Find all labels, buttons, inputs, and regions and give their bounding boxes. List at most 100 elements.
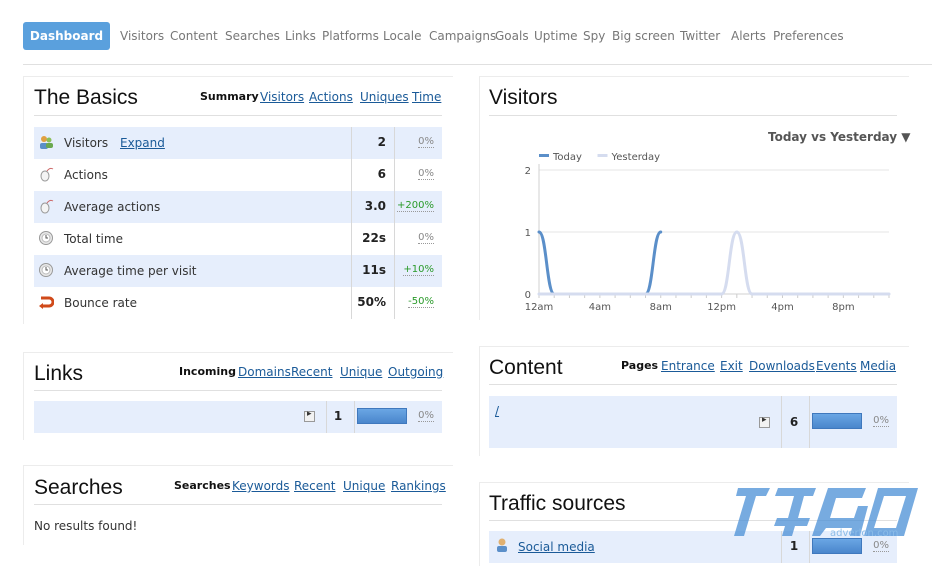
content-title-rule bbox=[489, 384, 897, 385]
bounce-icon bbox=[39, 296, 54, 309]
tab-incoming[interactable]: Incoming bbox=[179, 365, 236, 378]
watermark-text: adverlon.com bbox=[830, 528, 899, 539]
nav-locale[interactable]: Locale bbox=[383, 29, 421, 43]
mouse-icon bbox=[40, 167, 54, 182]
stat-row-average-time: Average time per visit 11s +10% bbox=[34, 255, 442, 287]
links-bar bbox=[357, 408, 407, 424]
links-title: Links bbox=[34, 362, 84, 385]
content-change: 0% bbox=[873, 415, 889, 427]
nav-searches[interactable]: Searches bbox=[225, 29, 280, 43]
tab-visitors[interactable]: Visitors bbox=[260, 90, 304, 104]
visitors-icon bbox=[40, 136, 53, 149]
legend-label: Today bbox=[552, 152, 582, 163]
stat-change: 0% bbox=[418, 136, 434, 148]
links-title-rule bbox=[34, 390, 442, 391]
nav-alerts[interactable]: Alerts bbox=[731, 29, 766, 43]
stat-value: 2 bbox=[377, 135, 386, 149]
x-tick-label: 4pm bbox=[771, 302, 793, 313]
content-bar bbox=[812, 413, 862, 429]
nav-big-screen[interactable]: Big screen bbox=[612, 29, 675, 43]
tab-searches[interactable]: Searches bbox=[174, 479, 231, 492]
series-line-yesterday bbox=[537, 230, 891, 296]
nav-uptime[interactable]: Uptime bbox=[534, 29, 578, 43]
visitors-top-border bbox=[479, 76, 909, 77]
expand-link[interactable]: Expand bbox=[120, 136, 165, 150]
links-top-border bbox=[23, 352, 453, 353]
watermark: adverlon.com bbox=[732, 484, 922, 544]
mouse-icon bbox=[40, 199, 54, 214]
nav-platforms[interactable]: Platforms bbox=[322, 29, 379, 43]
clock-icon bbox=[39, 231, 53, 245]
tab-media[interactable]: Media bbox=[860, 359, 896, 373]
links-left-border bbox=[23, 352, 24, 440]
content-title: Content bbox=[489, 356, 563, 379]
tab-summary[interactable]: Summary bbox=[200, 90, 259, 103]
content-top-border bbox=[479, 346, 909, 347]
tab-entrance[interactable]: Entrance bbox=[661, 359, 715, 373]
basics-title: The Basics bbox=[34, 86, 138, 109]
tab-rankings[interactable]: Rankings bbox=[391, 479, 446, 493]
content-page-link[interactable]: / bbox=[495, 404, 499, 418]
searches-title: Searches bbox=[34, 476, 123, 499]
tab-outgoing[interactable]: Outgoing bbox=[388, 365, 443, 379]
nav-preferences[interactable]: Preferences bbox=[773, 29, 844, 43]
tab-uniques[interactable]: Uniques bbox=[360, 90, 409, 104]
nav-spy[interactable]: Spy bbox=[583, 29, 605, 43]
exit-icon[interactable] bbox=[759, 415, 770, 428]
tab-recent[interactable]: Recent bbox=[294, 479, 335, 493]
social-media-link[interactable]: Social media bbox=[518, 540, 595, 554]
tab-keywords[interactable]: Keywords bbox=[232, 479, 290, 493]
stat-change: 0% bbox=[418, 232, 434, 244]
x-tick-label: 12am bbox=[525, 302, 554, 313]
social-media-icon bbox=[497, 538, 507, 552]
stat-row-visitors: Visitors Expand 2 0% bbox=[34, 127, 442, 159]
nav-twitter[interactable]: Twitter bbox=[680, 29, 720, 43]
tab-downloads[interactable]: Downloads bbox=[749, 359, 815, 373]
y-tick-label: 2 bbox=[525, 166, 531, 177]
legend-swatch bbox=[539, 154, 549, 157]
tab-domains[interactable]: Domains bbox=[238, 365, 291, 379]
cell-divider bbox=[809, 396, 810, 448]
stat-row-bounce-rate: Bounce rate 50% -50% bbox=[34, 287, 442, 319]
tab-recent[interactable]: Recent bbox=[291, 365, 332, 379]
stat-value: 50% bbox=[357, 295, 386, 309]
tab-unique[interactable]: Unique bbox=[340, 365, 382, 379]
no-results-text: No results found! bbox=[34, 519, 138, 533]
x-tick-label: 4am bbox=[589, 302, 611, 313]
searches-top-border bbox=[23, 465, 453, 466]
content-left-border bbox=[479, 346, 480, 456]
tab-time[interactable]: Time bbox=[412, 90, 441, 104]
nav-content[interactable]: Content bbox=[170, 29, 218, 43]
nav-dashboard[interactable]: Dashboard bbox=[23, 22, 110, 50]
visitors-chart: 0 1 2 12am 4am 8am 12pm 4pm 8pm Today Yesterday bbox=[525, 152, 891, 313]
stat-change: +200% bbox=[397, 200, 434, 212]
cell-divider bbox=[394, 159, 395, 191]
stat-label: Bounce rate bbox=[64, 296, 137, 310]
tab-exit[interactable]: Exit bbox=[720, 359, 743, 373]
basics-title-rule bbox=[34, 115, 442, 116]
links-change: 0% bbox=[418, 410, 434, 422]
stat-value: 22s bbox=[362, 231, 386, 245]
tab-actions[interactable]: Actions bbox=[309, 90, 353, 104]
stat-value: 3.0 bbox=[364, 199, 386, 213]
stat-row-average-actions: Average actions 3.0 +200% bbox=[34, 191, 442, 223]
stat-label: Visitors bbox=[64, 136, 109, 150]
exit-icon[interactable] bbox=[304, 409, 315, 422]
tab-unique[interactable]: Unique bbox=[343, 479, 385, 493]
cell-divider bbox=[394, 287, 395, 319]
nav-links[interactable]: Links bbox=[285, 29, 316, 43]
content-value: 6 bbox=[789, 415, 799, 429]
tab-events[interactable]: Events bbox=[816, 359, 857, 373]
nav-goals[interactable]: Goals bbox=[495, 29, 529, 43]
tab-pages[interactable]: Pages bbox=[621, 359, 658, 372]
x-tick-label: 8pm bbox=[832, 302, 854, 313]
basics-top-border bbox=[23, 76, 453, 77]
y-tick-label: 1 bbox=[525, 228, 531, 239]
legend-label: Yesterday bbox=[611, 152, 661, 163]
links-row: 1 0% bbox=[34, 401, 442, 433]
series-line-today bbox=[537, 230, 663, 296]
nav-visitors[interactable]: Visitors bbox=[120, 29, 164, 43]
nav-campaigns[interactable]: Campaigns bbox=[429, 29, 496, 43]
nav-divider bbox=[23, 64, 932, 65]
traffic-left-border bbox=[479, 482, 480, 566]
